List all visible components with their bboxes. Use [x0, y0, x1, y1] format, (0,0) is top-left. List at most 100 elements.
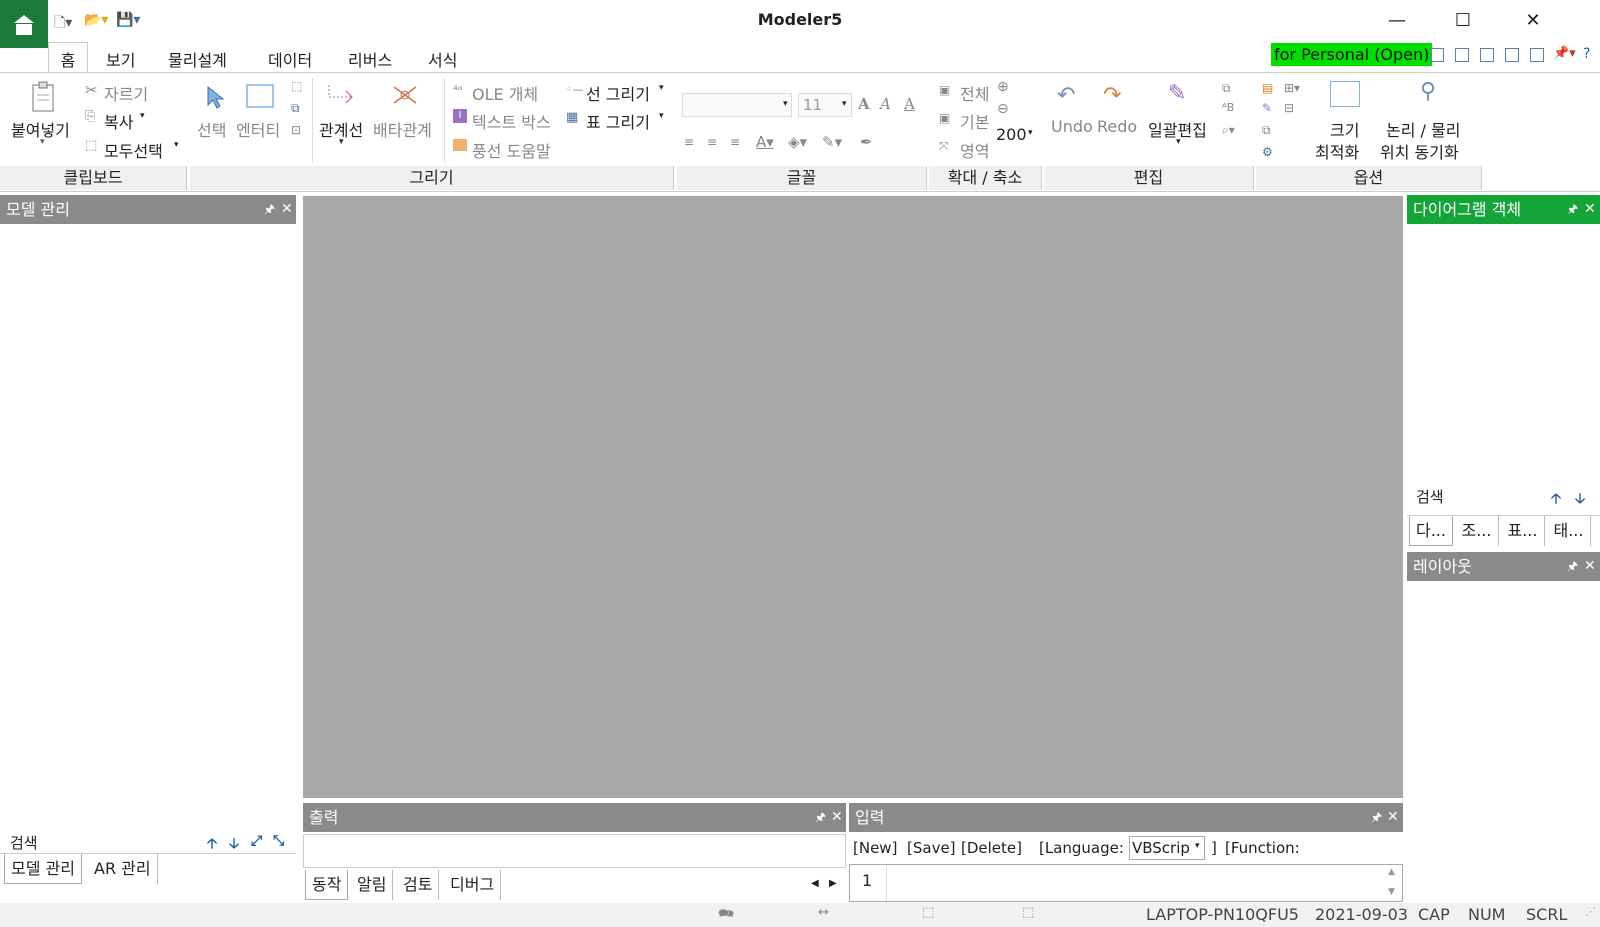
- exclusive-relation-button[interactable]: 배타관계: [373, 117, 432, 141]
- fill-color-icon[interactable]: ◈▾: [788, 133, 807, 151]
- tab-model-management[interactable]: 모델 관리: [4, 854, 82, 884]
- tab-table[interactable]: 표...: [1501, 516, 1545, 546]
- pin-icon[interactable]: 🖈: [1567, 552, 1578, 581]
- tab-column[interactable]: 조...: [1455, 516, 1499, 546]
- maximize-button[interactable]: ☐: [1440, 6, 1486, 36]
- arrow-down-icon[interactable]: 🡣: [1575, 488, 1585, 512]
- font-size-dropdown-icon[interactable]: ▾: [842, 99, 847, 109]
- resize-grip-icon[interactable]: ⋰: [1585, 905, 1596, 918]
- scroll-up-icon[interactable]: ▲: [1388, 867, 1395, 877]
- tab-tag[interactable]: 태...: [1547, 516, 1591, 546]
- minimize-button[interactable]: —: [1374, 6, 1420, 36]
- new-script-button[interactable]: [New]: [853, 839, 897, 857]
- pin-menu-icon[interactable]: 📌▾: [1553, 46, 1576, 61]
- font-color-icon[interactable]: A▾: [756, 133, 774, 151]
- zoom-all-button[interactable]: 전체: [960, 81, 989, 105]
- language-dropdown-icon[interactable]: ▾: [1195, 841, 1200, 851]
- tab-format[interactable]: 서식: [428, 45, 457, 73]
- copy-button[interactable]: 복사: [104, 109, 133, 133]
- diagram-canvas[interactable]: [303, 196, 1403, 798]
- zoom-basic-button[interactable]: 기본: [960, 109, 989, 133]
- italic-icon[interactable]: A: [880, 95, 891, 113]
- size-fit-button-line2[interactable]: 최적화: [1315, 139, 1359, 163]
- language-select[interactable]: VBScrip: [1129, 836, 1205, 860]
- layout-icon-1[interactable]: [1430, 48, 1444, 62]
- layout-icon-5[interactable]: [1530, 48, 1544, 62]
- pin-icon[interactable]: 🖈: [1371, 803, 1382, 832]
- tab-data[interactable]: 데이터: [268, 45, 312, 73]
- help-icon[interactable]: ?: [1583, 46, 1590, 62]
- paste-dropdown-icon[interactable]: ▾: [40, 137, 45, 147]
- pin-icon[interactable]: 🖈: [815, 803, 826, 832]
- select-button[interactable]: 선택: [197, 117, 226, 141]
- underline-icon[interactable]: A: [904, 95, 915, 113]
- zoom-area-button[interactable]: 영역: [960, 138, 989, 162]
- zoom-level-dropdown-icon[interactable]: ▾: [1028, 128, 1033, 138]
- tab-physical-design[interactable]: 물리설계: [168, 45, 227, 73]
- edit-small-icon-1[interactable]: ⧉: [1222, 81, 1231, 96]
- undo-button[interactable]: Undo: [1051, 117, 1093, 136]
- tab-diagram[interactable]: 다...: [1409, 516, 1453, 546]
- scroll-right-icon[interactable]: ▶: [829, 878, 837, 889]
- eyedropper-icon[interactable]: ✒: [860, 133, 873, 151]
- script-editor[interactable]: 1 ▲ ▼: [849, 864, 1403, 902]
- entity-button[interactable]: 엔터티: [236, 117, 280, 141]
- table-draw-button[interactable]: 표 그리기: [586, 109, 650, 133]
- font-family-combo[interactable]: [682, 93, 792, 117]
- collapse-icon[interactable]: ⤡: [273, 833, 284, 849]
- close-window-button[interactable]: ✕: [1510, 6, 1556, 36]
- pin-icon[interactable]: 🖈: [264, 195, 275, 224]
- zoom-out-icon[interactable]: ⊖: [997, 101, 1009, 117]
- merge-icon[interactable]: ⊡: [291, 123, 301, 137]
- option-icon-3[interactable]: ✎: [1262, 101, 1272, 115]
- expand-icon[interactable]: ⤢: [251, 833, 262, 849]
- option-icon-2[interactable]: ⊞▾: [1284, 81, 1300, 95]
- zoom-level[interactable]: 200: [996, 125, 1027, 144]
- align-left-icon[interactable]: ≡: [684, 135, 694, 149]
- size-fit-button-line1[interactable]: 크기: [1330, 117, 1359, 141]
- balloon-help-button[interactable]: 풍선 도움말: [472, 138, 551, 162]
- textbox-button[interactable]: 텍스트 박스: [472, 109, 551, 133]
- tab-ar-management[interactable]: AR 관리: [88, 854, 158, 884]
- scroll-down-icon[interactable]: ▼: [1388, 887, 1395, 897]
- tab-review[interactable]: 검토: [397, 870, 440, 900]
- option-icon-1[interactable]: ▤: [1262, 81, 1273, 95]
- table-dropdown-icon[interactable]: ▾: [659, 111, 664, 121]
- replace-icon[interactable]: ᴬB: [1222, 101, 1234, 114]
- align-right-icon[interactable]: ≡: [730, 135, 740, 149]
- copy-dropdown-icon[interactable]: ▾: [140, 111, 145, 121]
- sync-button-line1[interactable]: 논리 / 물리: [1386, 117, 1460, 141]
- line-draw-button[interactable]: 선 그리기: [586, 81, 650, 105]
- arrow-up-icon[interactable]: 🡡: [1551, 488, 1561, 512]
- close-icon[interactable]: ✕: [831, 803, 843, 832]
- layout-icon-4[interactable]: [1505, 48, 1519, 62]
- font-family-dropdown-icon[interactable]: ▾: [783, 99, 788, 109]
- align-center-icon[interactable]: ≡: [707, 135, 717, 149]
- option-settings-icon[interactable]: ⚙: [1262, 145, 1273, 159]
- option-icon-4[interactable]: ⊟: [1284, 101, 1294, 115]
- sub-entity-icon[interactable]: ⧉: [291, 101, 300, 116]
- tab-reverse[interactable]: 리버스: [348, 45, 392, 73]
- close-icon[interactable]: ✕: [1387, 803, 1399, 832]
- close-icon[interactable]: ✕: [1584, 195, 1596, 224]
- select-all-button[interactable]: 모두선택: [104, 138, 163, 162]
- layout-icon-3[interactable]: [1480, 48, 1494, 62]
- delete-script-button[interactable]: [Delete]: [961, 839, 1022, 857]
- layout-icon-2[interactable]: [1455, 48, 1469, 62]
- close-icon[interactable]: ✕: [1584, 552, 1596, 581]
- batch-edit-dropdown-icon[interactable]: ▾: [1176, 137, 1181, 147]
- tab-view[interactable]: 보기: [106, 45, 135, 73]
- relation-dropdown-icon[interactable]: ▾: [339, 137, 344, 147]
- tab-debug[interactable]: 디버그: [444, 870, 502, 900]
- ole-object-button[interactable]: OLE 개체: [472, 81, 538, 105]
- line-color-icon[interactable]: ✎▾: [822, 133, 842, 151]
- cut-button[interactable]: 자르기: [104, 81, 148, 105]
- close-icon[interactable]: ✕: [281, 195, 293, 224]
- find-icon[interactable]: ⌕▾: [1222, 123, 1235, 138]
- tab-action[interactable]: 동작: [305, 870, 349, 900]
- font-grow-icon[interactable]: A: [858, 95, 870, 113]
- output-area[interactable]: [303, 834, 846, 868]
- option-icon-5[interactable]: ⧉: [1262, 123, 1271, 138]
- redo-button[interactable]: Redo: [1097, 117, 1137, 136]
- select-all-dropdown-icon[interactable]: ▾: [174, 140, 179, 150]
